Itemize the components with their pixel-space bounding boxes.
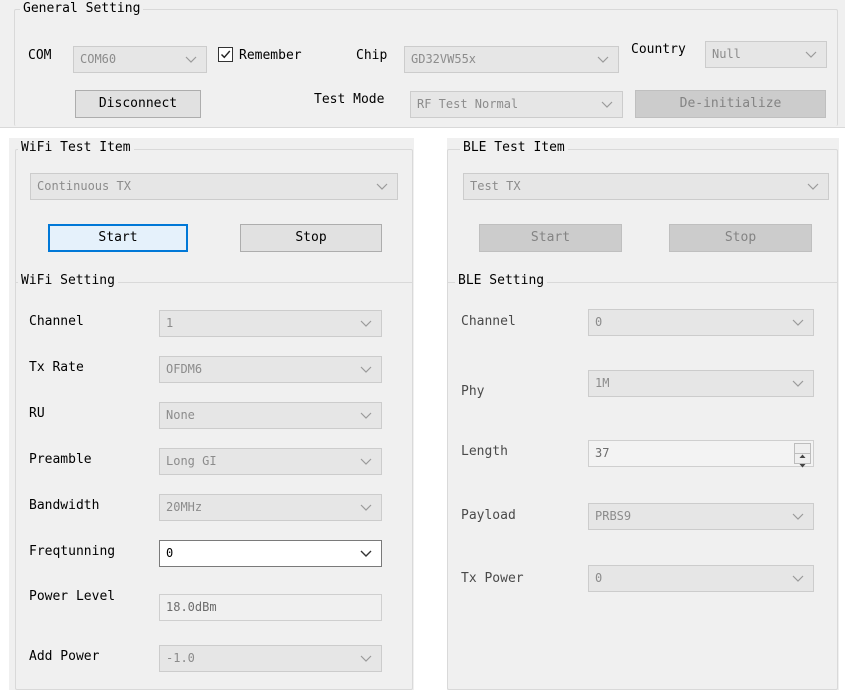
length-spinner[interactable] [794,443,811,468]
tx-power-value: 0 [595,571,603,585]
ble-test-item-title: BLE Test Item [460,140,568,156]
add-power-select[interactable]: -1.0 [159,645,382,672]
wifi-test-item-value: Continuous TX [37,179,131,193]
add-power-value: -1.0 [166,651,195,665]
wifi-start-button[interactable]: Start [48,224,188,252]
remember-checkbox[interactable] [218,47,233,62]
test-mode-select[interactable]: RF Test Normal [410,91,623,118]
test-mode-label: Test Mode [314,92,385,107]
spin-up-icon[interactable] [795,444,810,458]
checkmark-icon [221,50,231,59]
com-port-value: COM60 [80,52,117,66]
chip-value: GD32VW55x [411,52,477,66]
wifi-channel-label: Channel [29,314,84,329]
payload-select[interactable]: PRBS9 [588,503,814,530]
bandwidth-select[interactable]: 20MHz [159,494,382,521]
remember-label: Remember [239,48,302,63]
phy-label: Phy [461,384,485,399]
chevron-down-icon [359,449,373,474]
chevron-down-icon [791,504,805,529]
length-value: 37 [595,446,610,460]
chevron-down-icon [600,92,614,117]
wifi-test-item-select[interactable]: Continuous TX [30,173,398,200]
tx-rate-label: Tx Rate [29,360,84,375]
chevron-down-icon [359,311,373,336]
ru-select[interactable]: None [159,402,382,429]
wifi-test-item-title: WiFi Test Item [18,140,134,156]
com-label: COM [28,48,52,63]
freqtunning-select[interactable]: 0 [159,540,382,567]
chevron-down-icon [791,310,805,335]
wifi-setting-title: WiFi Setting [18,273,118,289]
chevron-down-icon [375,174,389,199]
chip-label: Chip [356,48,388,63]
chevron-down-icon [359,541,373,566]
payload-label: Payload [461,508,516,523]
country-select[interactable]: Null [705,41,827,68]
freqtunning-label: Freqtunning [29,544,116,559]
ble-start-button[interactable]: Start [479,224,622,252]
wifi-channel-select[interactable]: 1 [159,310,382,337]
ble-test-item-value: Test TX [470,179,521,193]
de-initialize-button[interactable]: De-initialize [635,90,826,118]
freqtunning-value: 0 [166,546,174,560]
chevron-down-icon [596,47,610,72]
ble-stop-button[interactable]: Stop [669,224,812,252]
length-spinbox[interactable]: 37 [588,440,814,468]
length-label: Length [461,444,508,459]
chevron-down-icon [359,495,373,520]
chevron-down-icon [806,174,820,199]
ru-value: None [166,408,195,422]
chevron-down-icon [359,403,373,428]
phy-select[interactable]: 1M [588,370,814,397]
country-value: Null [712,47,741,61]
tx-rate-select[interactable]: OFDM6 [159,356,382,383]
add-power-label: Add Power [29,649,100,664]
ble-channel-label: Channel [461,314,516,329]
ble-test-item-select[interactable]: Test TX [463,173,829,200]
chevron-down-icon [184,47,198,72]
tx-power-label: Tx Power [461,571,524,586]
spin-down-icon[interactable] [795,454,810,468]
test-mode-value: RF Test Normal [417,97,519,111]
bandwidth-label: Bandwidth [29,498,100,513]
ble-setting-title: BLE Setting [455,273,548,289]
wifi-channel-value: 1 [166,316,174,330]
country-label: Country [631,42,686,57]
ble-channel-select[interactable]: 0 [588,309,814,336]
chevron-down-icon [791,566,805,591]
preamble-label: Preamble [29,452,92,467]
chevron-down-icon [359,357,373,382]
chevron-down-icon [804,42,818,67]
power-level-value: 18.0dBm [166,600,217,614]
payload-value: PRBS9 [595,509,632,523]
preamble-value: Long GI [166,454,217,468]
ble-channel-value: 0 [595,315,603,329]
ru-label: RU [29,406,45,421]
chevron-down-icon [359,646,373,671]
phy-value: 1M [595,376,610,390]
general-setting-title: General Setting [20,1,144,17]
chevron-down-icon [791,371,805,396]
power-level-label: Power Level [29,589,116,604]
tx-rate-value: OFDM6 [166,362,203,376]
preamble-select[interactable]: Long GI [159,448,382,475]
wifi-stop-button[interactable]: Stop [240,224,382,252]
com-port-select[interactable]: COM60 [73,46,207,73]
bandwidth-value: 20MHz [166,500,203,514]
chip-select[interactable]: GD32VW55x [404,46,619,73]
power-level-field[interactable]: 18.0dBm [159,594,382,621]
disconnect-button[interactable]: Disconnect [75,90,201,118]
tx-power-select[interactable]: 0 [588,565,814,592]
